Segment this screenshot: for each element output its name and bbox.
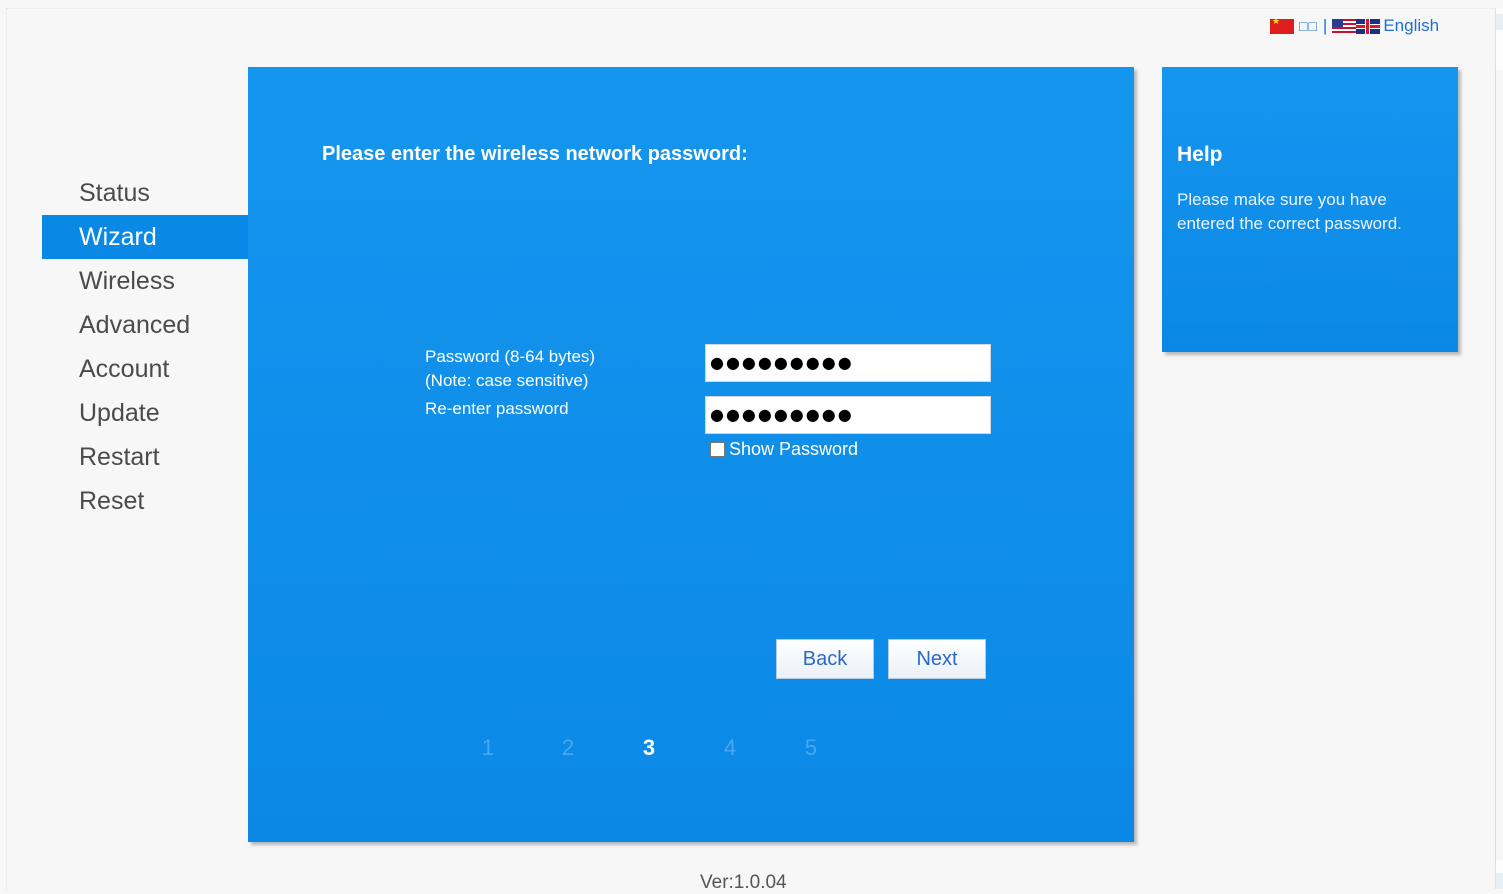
uk-flag-icon[interactable] bbox=[1356, 18, 1381, 34]
sidebar-item-account[interactable]: Account bbox=[42, 347, 248, 391]
chinese-language-link[interactable]: □□ bbox=[1299, 18, 1318, 34]
sidebar-nav: Status Wizard Wireless Advanced Account … bbox=[42, 171, 248, 523]
step-indicator-current: 3 bbox=[642, 735, 656, 760]
reenter-password-input[interactable]: ●●●●●●●●● bbox=[705, 396, 991, 434]
version-label: Ver:1.0.04 bbox=[700, 872, 787, 893]
help-panel: Help Please make sure you have entered t… bbox=[1162, 67, 1458, 352]
sidebar-item-update[interactable]: Update bbox=[42, 391, 248, 435]
show-password-label: Show Password bbox=[729, 439, 859, 459]
show-password-checkbox[interactable] bbox=[710, 442, 725, 457]
sidebar-item-advanced[interactable]: Advanced bbox=[42, 303, 248, 347]
language-bar: □□ | English bbox=[1270, 16, 1439, 36]
scrollbar-thumb[interactable] bbox=[1495, 70, 1503, 860]
back-button[interactable]: Back bbox=[776, 639, 874, 679]
us-flag-icon[interactable] bbox=[1332, 18, 1357, 34]
step-indicator: 4 bbox=[723, 735, 737, 760]
help-text: Please make sure you have entered the co… bbox=[1177, 190, 1402, 233]
password-input[interactable]: ●●●●●●●●● bbox=[705, 344, 991, 382]
page-title: Please enter the wireless network passwo… bbox=[322, 143, 748, 165]
sidebar-item-wizard[interactable]: Wizard bbox=[42, 215, 248, 259]
help-title: Help bbox=[1177, 143, 1223, 166]
next-button[interactable]: Next bbox=[888, 639, 986, 679]
step-indicator: 2 bbox=[561, 735, 575, 760]
scroll-up-arrow-icon[interactable] bbox=[1496, 14, 1503, 30]
sidebar-item-status[interactable]: Status bbox=[42, 171, 248, 215]
english-language-link[interactable]: English bbox=[1383, 16, 1439, 36]
wizard-panel: Please enter the wireless network passwo… bbox=[248, 67, 1134, 842]
reenter-password-label: Re-enter password bbox=[425, 399, 569, 418]
sidebar-item-reset[interactable]: Reset bbox=[42, 479, 248, 523]
sidebar-item-restart[interactable]: Restart bbox=[42, 435, 248, 479]
language-separator: | bbox=[1322, 16, 1328, 35]
step-indicator: 5 bbox=[804, 735, 818, 760]
password-note: (Note: case sensitive) bbox=[425, 371, 589, 390]
step-indicator: 1 bbox=[481, 735, 495, 760]
china-flag-icon[interactable] bbox=[1270, 18, 1294, 34]
show-password-toggle[interactable]: Show Password bbox=[710, 439, 858, 460]
password-label: Password (8-64 bytes) bbox=[425, 347, 596, 366]
scroll-down-arrow-icon[interactable] bbox=[1496, 873, 1503, 889]
sidebar-item-wireless[interactable]: Wireless bbox=[42, 259, 248, 303]
